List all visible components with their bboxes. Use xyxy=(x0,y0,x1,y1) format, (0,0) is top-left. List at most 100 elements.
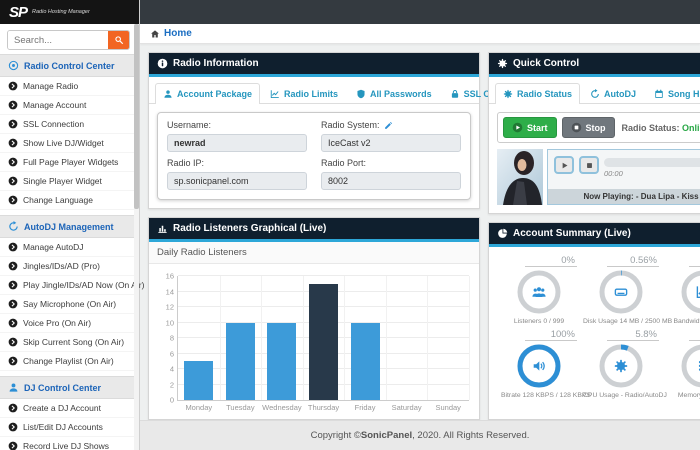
sidebar-item-manage-autodj[interactable]: Manage AutoDJ xyxy=(0,238,139,257)
player-stop-button[interactable] xyxy=(579,156,599,174)
line-chart-icon xyxy=(696,285,700,300)
sidebar-item-manage-account[interactable]: Manage Account xyxy=(0,96,139,115)
gridline-vertical xyxy=(303,276,304,400)
tab-all-passwords[interactable]: All Passwords xyxy=(348,83,440,104)
gridline-vertical xyxy=(386,276,387,400)
y-axis-tick: 4 xyxy=(158,365,174,374)
account-package-fields: Username: Radio System: Radio IP: xyxy=(157,112,471,200)
radio-information-panel: Radio Information Account PackageRadio L… xyxy=(148,52,480,209)
tab-song-history[interactable]: Song History xyxy=(646,83,700,104)
gridline-vertical xyxy=(427,276,428,400)
sidebar-item-change-language[interactable]: Change Language xyxy=(0,191,139,210)
sidebar-item-label: SSL Connection xyxy=(23,119,84,129)
sidebar-item-label: Play Jingle/IDs/AD Now (On Air) xyxy=(23,280,144,290)
radio-ip-field: Radio IP: xyxy=(167,158,307,190)
y-axis-tick: 16 xyxy=(158,272,174,281)
gauge-label: CPU Usage - Radio/AutoDJ xyxy=(583,392,659,399)
gauge-percent: 0.56% xyxy=(607,255,659,267)
chevron-right-circle-icon xyxy=(8,195,18,205)
footer-copyright-prefix: Copyright © xyxy=(311,430,361,441)
logo-tagline: Radio Hosting Manager xyxy=(32,9,90,15)
y-axis-tick: 8 xyxy=(158,334,174,343)
sidebar-item-list-edit-dj-accounts[interactable]: List/Edit DJ Accounts xyxy=(0,418,139,437)
tab-autodj[interactable]: AutoDJ xyxy=(582,83,644,104)
tab-label: Radio Status xyxy=(517,89,572,99)
breadcrumb[interactable]: Home xyxy=(140,24,700,44)
stop-button[interactable]: Stop xyxy=(562,117,615,138)
pencil-edit-icon[interactable] xyxy=(384,121,393,130)
sidebar-scrollbar[interactable] xyxy=(134,24,139,450)
listeners-graph-header: Radio Listeners Graphical (Live) xyxy=(149,218,479,242)
gear-icon xyxy=(503,89,513,99)
sidebar-nav: Radio Control CenterManage RadioManage A… xyxy=(0,54,139,450)
volume-icon xyxy=(532,359,547,374)
search-button[interactable] xyxy=(108,31,129,49)
radio-information-body: Username: Radio System: Radio IP: xyxy=(149,104,479,208)
home-icon xyxy=(150,29,160,39)
stop-button-label: Stop xyxy=(586,123,606,133)
radio-ip-label: Radio IP: xyxy=(167,158,204,168)
tab-account-package[interactable]: Account Package xyxy=(155,83,260,104)
tab-radio-limits[interactable]: Radio Limits xyxy=(262,83,346,104)
radio-port-input[interactable] xyxy=(321,172,461,190)
sidebar-item-change-playlist-on-air[interactable]: Change Playlist (On Air) xyxy=(0,352,139,371)
chevron-right-circle-icon xyxy=(8,441,18,450)
start-button[interactable]: Start xyxy=(503,117,557,138)
player-play-button[interactable] xyxy=(554,156,574,174)
gauge-percent xyxy=(689,329,700,341)
sidebar-item-voice-pro-on-air[interactable]: Voice Pro (On Air) xyxy=(0,314,139,333)
sidebar-section-label: Radio Control Center xyxy=(24,61,115,71)
tab-radio-status[interactable]: Radio Status xyxy=(495,83,580,104)
gridline-vertical xyxy=(344,276,345,400)
memory-icon xyxy=(696,359,700,374)
stop-icon xyxy=(585,161,594,170)
sidebar-item-single-player-widget[interactable]: Single Player Widget xyxy=(0,172,139,191)
sidebar-item-play-jingle-ids-ad-now-on-air[interactable]: Play Jingle/IDs/AD Now (On Air) xyxy=(0,276,139,295)
chevron-right-circle-icon xyxy=(8,138,18,148)
gauge-cpu-usage-radio-autodj: 5.8%CPU Usage - Radio/AutoDJ xyxy=(583,329,659,399)
radio-system-input[interactable] xyxy=(321,134,461,152)
sidebar-item-ssl-connection[interactable]: SSL Connection xyxy=(0,115,139,134)
player-progress-bar[interactable] xyxy=(604,158,700,167)
sidebar-section-dj-control-center[interactable]: DJ Control Center xyxy=(0,376,139,399)
logo[interactable]: SP Radio Hosting Manager xyxy=(0,0,139,24)
sidebar-item-label: Manage AutoDJ xyxy=(23,242,83,252)
panel-title: Radio Listeners Graphical (Live) xyxy=(173,223,326,234)
breadcrumb-home-link[interactable]: Home xyxy=(164,28,192,39)
sidebar-item-record-live-dj-shows[interactable]: Record Live DJ Shows xyxy=(0,437,139,450)
sidebar-scrollbar-thumb[interactable] xyxy=(134,24,139,209)
chart-plot-area: 0246810121416MondayTuesdayWednesdayThurs… xyxy=(177,276,469,401)
sidebar: SP Radio Hosting Manager Radio Control C… xyxy=(0,0,140,450)
sidebar-section-autodj-management[interactable]: AutoDJ Management xyxy=(0,215,139,238)
sidebar-item-label: Change Playlist (On Air) xyxy=(23,356,114,366)
search-input[interactable] xyxy=(8,31,108,49)
radio-ip-input[interactable] xyxy=(167,172,307,190)
info-circle-icon xyxy=(157,58,168,69)
sidebar-section-radio-control-center[interactable]: Radio Control Center xyxy=(0,54,139,77)
sidebar-item-skip-current-song-on-air[interactable]: Skip Current Song (On Air) xyxy=(0,333,139,352)
bar-tuesday xyxy=(226,323,255,401)
player-frame: 00:00 Now Playing: - Dua Lipa - Kiss xyxy=(547,149,700,205)
sidebar-item-label: Show Live DJ/Widget xyxy=(23,138,104,148)
gauge-bitrate-128-kbps-128-kbps: 100%Bitrate 128 KBPS / 128 KBPS xyxy=(501,329,577,399)
refresh-icon xyxy=(590,89,600,99)
bar-monday xyxy=(184,361,213,400)
sidebar-item-manage-radio[interactable]: Manage Radio xyxy=(0,77,139,96)
sidebar-section-label: DJ Control Center xyxy=(24,383,101,393)
sidebar-section-label: AutoDJ Management xyxy=(24,222,114,232)
x-axis-label: Tuesday xyxy=(226,403,255,412)
x-axis-label: Friday xyxy=(355,403,376,412)
panel-title: Account Summary (Live) xyxy=(513,228,631,239)
username-input[interactable] xyxy=(167,134,307,152)
sidebar-item-label: Voice Pro (On Air) xyxy=(23,318,91,328)
radio-status-value: Online xyxy=(682,123,700,133)
account-summary-header: Account Summary (Live) xyxy=(489,223,700,247)
sidebar-item-show-live-dj-widget[interactable]: Show Live DJ/Widget xyxy=(0,134,139,153)
listeners-graph-panel: Radio Listeners Graphical (Live) Daily R… xyxy=(148,217,480,420)
sidebar-item-full-page-player-widgets[interactable]: Full Page Player Widgets xyxy=(0,153,139,172)
sidebar-item-create-a-dj-account[interactable]: Create a DJ Account xyxy=(0,399,139,418)
sidebar-item-say-microphone-on-air[interactable]: Say Microphone (On Air) xyxy=(0,295,139,314)
sidebar-item-jingles-ids-ad-pro[interactable]: Jingles/IDs/AD (Pro) xyxy=(0,257,139,276)
panel-title: Radio Information xyxy=(173,58,259,69)
content: Radio Information Account PackageRadio L… xyxy=(140,44,700,420)
